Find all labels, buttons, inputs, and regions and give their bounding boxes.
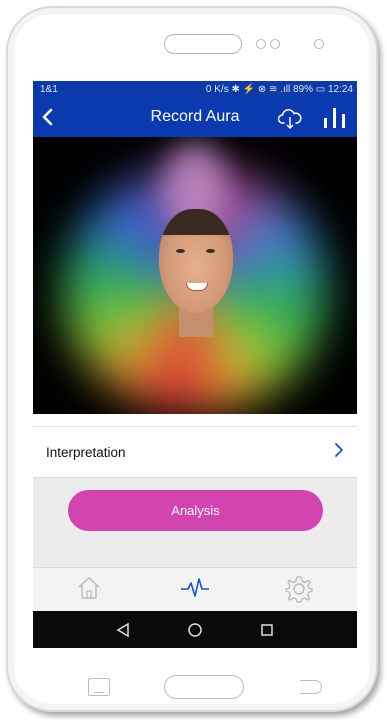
person-face [159, 209, 233, 313]
phone-sensor [270, 39, 280, 49]
tab-home[interactable] [69, 574, 109, 606]
interpretation-row[interactable]: Interpretation [33, 427, 357, 478]
person-eye [176, 249, 185, 253]
page-title: Record Aura [150, 108, 240, 125]
carrier-label: 1&1 [40, 84, 58, 95]
interpretation-label: Interpretation [46, 445, 126, 460]
phone-camera [314, 39, 324, 49]
phone-sensor [256, 39, 266, 49]
phone-speaker [164, 34, 242, 54]
cloud-download-button[interactable] [277, 105, 303, 131]
bottom-tab-bar [33, 567, 357, 612]
person-smile [186, 283, 208, 291]
hardware-recents-button[interactable] [88, 678, 110, 696]
hardware-home-button[interactable] [164, 675, 244, 699]
home-circle-icon [188, 623, 202, 637]
app-bar: Record Aura [33, 99, 357, 137]
status-bar: 1&1 0 K/s ✱ ⚡ ⊗ ≋ .ıll 89% ▭ 12:24 [33, 81, 357, 99]
bar-chart-icon [324, 108, 345, 128]
tab-measurement[interactable] [175, 574, 215, 606]
heartbeat-icon [181, 578, 209, 597]
nav-back-button[interactable] [113, 620, 133, 640]
home-icon [78, 577, 100, 599]
settings-gear-icon [285, 576, 313, 603]
cloud-download-icon [277, 109, 302, 130]
person-eye [206, 249, 215, 253]
statistics-button[interactable] [321, 105, 349, 131]
aura-photo [33, 137, 357, 414]
tab-settings[interactable] [279, 574, 319, 606]
status-indicators: 0 K/s ✱ ⚡ ⊗ ≋ .ıll 89% ▭ 12:24 [205, 84, 353, 95]
nav-home-button[interactable] [185, 620, 205, 640]
analysis-button[interactable]: Analysis [68, 490, 323, 531]
hardware-back-button[interactable] [300, 680, 322, 694]
nav-recents-button[interactable] [257, 620, 277, 640]
spacer [33, 414, 357, 427]
back-triangle-icon [116, 622, 129, 638]
person-hair [159, 209, 233, 235]
android-navigation-bar [33, 611, 357, 648]
phone-screen: 1&1 0 K/s ✱ ⚡ ⊗ ≋ .ıll 89% ▭ 12:24 Recor… [33, 81, 357, 648]
chevron-right-icon [333, 440, 349, 462]
recents-square-icon [261, 624, 273, 636]
